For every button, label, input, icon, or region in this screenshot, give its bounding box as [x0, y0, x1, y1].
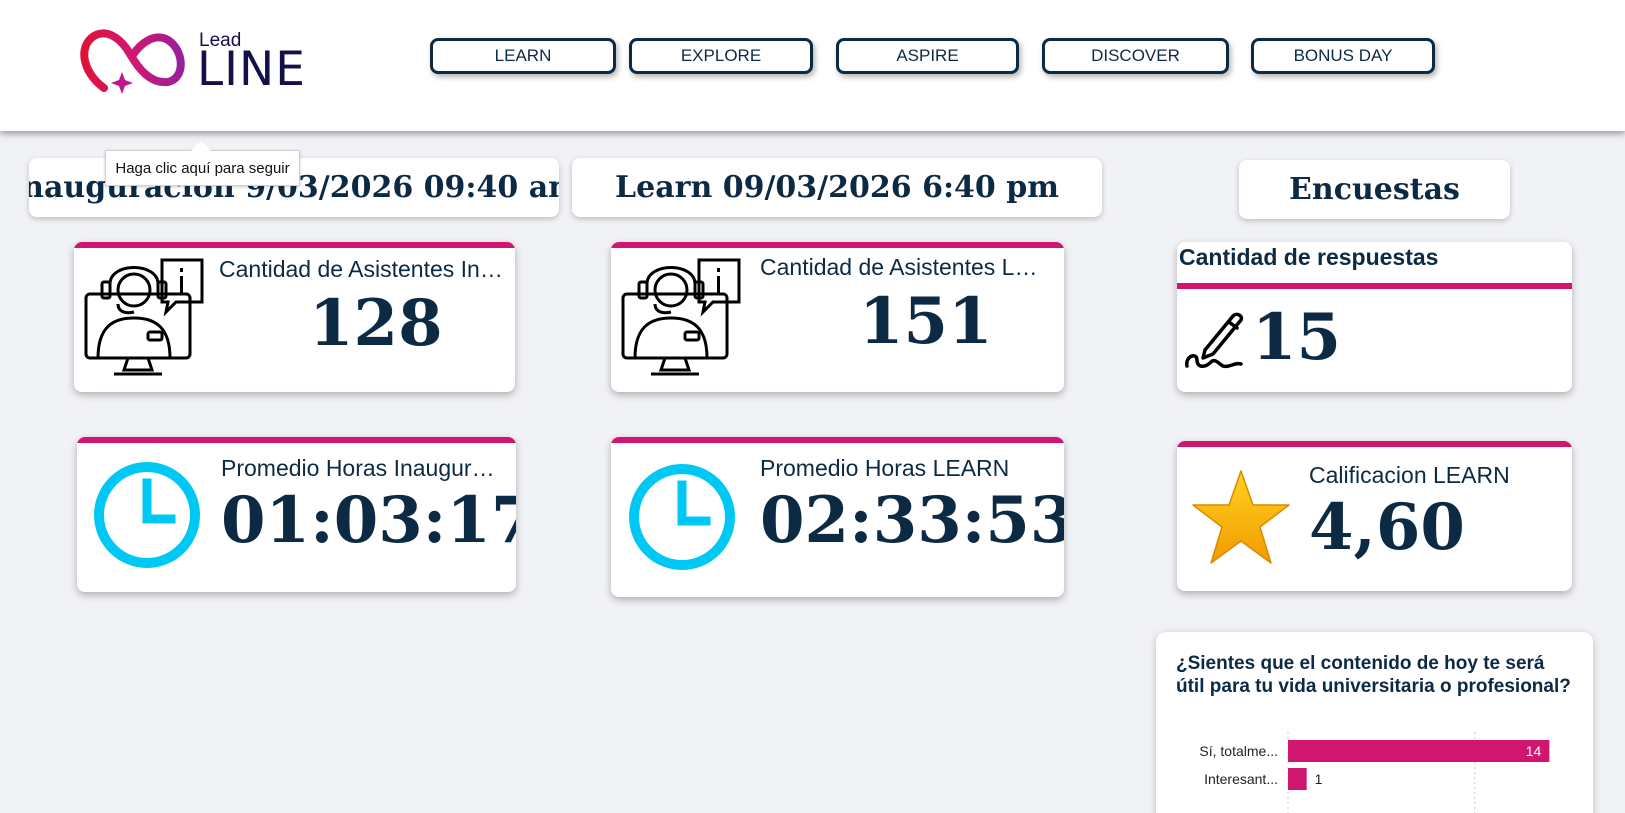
kpi-card-asistentes-inauguracion: Cantidad de Asistentes Inauguración 128 — [74, 242, 515, 392]
kpi-label: Cantidad de Asistentes Inauguración — [219, 256, 504, 282]
section-title-encuestas: Encuestas — [1239, 160, 1510, 219]
kpi-label: Calificacion LEARN — [1309, 462, 1510, 488]
nav-learn-button[interactable]: LEARN — [430, 38, 616, 74]
top-header: Lead LINE LEARN EXPLORE ASPIRE DISCOVER … — [0, 0, 1625, 131]
nav-explore-button[interactable]: EXPLORE — [629, 38, 813, 74]
nav-discover-button[interactable]: DISCOVER — [1042, 38, 1229, 74]
kpi-card-respuestas: Cantidad de respuestas 15 — [1177, 242, 1572, 392]
chart-category-label: Sí, totalme... — [1199, 743, 1278, 759]
leadline-logo-icon — [80, 29, 185, 94]
follow-link-tooltip: Haga clic aquí para seguir — [105, 141, 300, 186]
survey-chart-card: ¿Sientes que el contenido de hoy te será… — [1156, 632, 1593, 813]
card-accent-bar — [77, 437, 516, 443]
kpi-card-asistentes-learn: Cantidad de Asistentes LEARN 151 — [611, 242, 1064, 392]
kpi-label: Cantidad de respuestas — [1179, 244, 1439, 270]
nav-aspire-button[interactable]: ASPIRE — [836, 38, 1019, 74]
card-accent-bar — [611, 437, 1064, 443]
kpi-card-horas-learn: Promedio Horas LEARN 02:33:53 — [611, 437, 1064, 597]
clock-icon — [94, 462, 200, 568]
kpi-card-calificacion: Calificacion LEARN 4,60 — [1177, 441, 1572, 591]
section-title-learn: Learn 09/03/2026 6:40 pm — [572, 158, 1102, 217]
nav-bonus-day-button[interactable]: BONUS DAY — [1251, 38, 1435, 74]
card-accent-bar — [1177, 441, 1572, 447]
kpi-value: 151 — [859, 284, 993, 359]
card-accent-bar — [611, 242, 1064, 248]
chart-bar[interactable] — [1288, 740, 1550, 762]
card-accent-bar — [74, 242, 515, 248]
chart-data-label: 1 — [1315, 771, 1323, 787]
support-agent-icon — [84, 258, 204, 376]
chart-category-label: Interesant... — [1204, 771, 1278, 787]
kpi-card-horas-inauguracion: Promedio Horas Inauguración 01:03:17 — [77, 437, 516, 592]
support-agent-icon — [621, 258, 741, 376]
kpi-value: 02:33:53 — [760, 483, 1064, 558]
survey-bar-chart: Sí, totalme... 14 Interesant... 1 — [1199, 732, 1550, 813]
kpi-label: Promedio Horas Inauguración — [221, 455, 506, 481]
card-accent-bar — [1177, 283, 1572, 289]
kpi-value: 01:03:17 — [221, 483, 516, 558]
clock-icon — [629, 464, 735, 570]
chart-data-label: 14 — [1526, 743, 1542, 759]
star-icon — [1192, 470, 1290, 564]
chart-bar[interactable] — [1288, 768, 1307, 790]
kpi-label: Cantidad de Asistentes LEARN — [760, 254, 1050, 280]
leadline-logo: Lead LINE — [78, 28, 318, 97]
kpi-value: 15 — [1252, 300, 1342, 375]
kpi-value: 128 — [309, 286, 443, 361]
logo-line-text: LINE — [197, 42, 306, 97]
kpi-label: Promedio Horas LEARN — [760, 455, 1010, 481]
kpi-value: 4,60 — [1309, 490, 1465, 565]
signature-pen-icon — [1185, 312, 1244, 369]
chart-title: ¿Sientes que el contenido de hoy te será… — [1176, 653, 1571, 697]
